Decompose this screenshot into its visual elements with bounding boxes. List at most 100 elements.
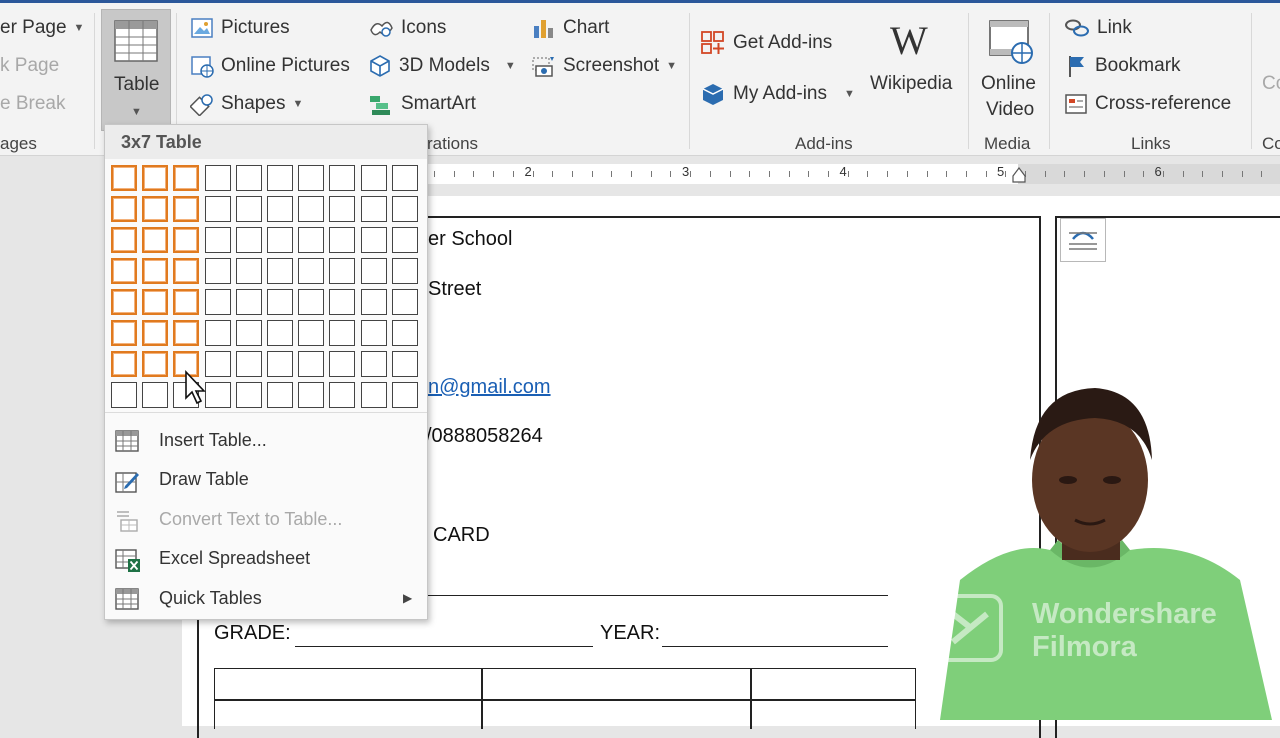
cover-page-button[interactable]: er Page ▼ [0, 17, 84, 39]
table-grid-cell[interactable] [173, 258, 200, 284]
table-grid-cell[interactable] [360, 165, 387, 191]
table-grid-cell[interactable] [298, 196, 325, 222]
bookmark-button[interactable]: Bookmark [1064, 54, 1181, 78]
table-grid-cell[interactable] [204, 227, 231, 253]
menu-item-insert-table[interactable]: Insert Table... [105, 422, 427, 458]
table-grid-cell[interactable] [267, 320, 293, 346]
menu-item-quick-tables[interactable]: Quick Tables ▶ [105, 580, 427, 616]
table-grid-cell[interactable] [360, 320, 387, 346]
table-grid-cell[interactable] [267, 196, 293, 222]
table-grid-cell[interactable] [267, 227, 293, 253]
chart-button[interactable]: Chart [532, 16, 609, 40]
table-grid-cell[interactable] [204, 258, 231, 284]
table-grid-cell[interactable] [111, 382, 137, 408]
table-grid-cell[interactable] [298, 227, 325, 253]
table-grid-cell[interactable] [111, 196, 137, 222]
table-grid-cell[interactable] [329, 320, 356, 346]
table-grid-cell[interactable] [173, 289, 200, 315]
table-grid-cell[interactable] [267, 351, 293, 377]
right-indent-marker-icon[interactable] [1011, 166, 1027, 184]
table-grid-cell[interactable] [173, 227, 200, 253]
table-grid-cell[interactable] [329, 258, 356, 284]
blank-page-button[interactable]: k Page [0, 55, 59, 77]
comment-button[interactable]: Co [1262, 73, 1280, 95]
table-grid-cell[interactable] [360, 227, 387, 253]
table-grid-cell[interactable] [173, 320, 200, 346]
table-button[interactable]: Table ▼ [101, 9, 171, 131]
table-grid-cell[interactable] [360, 289, 387, 315]
cross-reference-button[interactable]: Cross-reference [1064, 92, 1231, 116]
table-grid-cell[interactable] [111, 351, 137, 377]
table-grid-cell[interactable] [204, 320, 231, 346]
table-grid-cell[interactable] [329, 289, 356, 315]
table-grid-cell[interactable] [204, 289, 231, 315]
chevron-down-icon[interactable]: ▼ [505, 60, 516, 72]
screenshot-button[interactable]: Screenshot ▼ [532, 54, 677, 78]
table-grid-cell[interactable] [329, 227, 356, 253]
table-grid-cell[interactable] [142, 351, 169, 377]
table-grid-cell[interactable] [391, 289, 418, 315]
online-pictures-button[interactable]: Online Pictures [190, 54, 350, 78]
table-grid-cell[interactable] [298, 320, 325, 346]
table-grid-cell[interactable] [329, 351, 356, 377]
table-grid-cell[interactable] [267, 289, 293, 315]
table-grid-cell[interactable] [235, 351, 262, 377]
shapes-button[interactable]: Shapes ▼ [190, 92, 303, 116]
table-grid-cell[interactable] [267, 382, 293, 408]
table-grid-cell[interactable] [142, 196, 169, 222]
table-grid-cell[interactable] [235, 227, 262, 253]
table-grid-cell[interactable] [391, 382, 418, 408]
icons-button[interactable]: Icons [368, 16, 446, 40]
email-link[interactable]: n@gmail.com [428, 376, 551, 399]
table-grid-cell[interactable] [267, 165, 293, 191]
table-grid-cell[interactable] [173, 196, 200, 222]
table-grid-cell[interactable] [360, 382, 387, 408]
table-grid-cell[interactable] [142, 227, 169, 253]
table-grid-cell[interactable] [391, 320, 418, 346]
table-grid-cell[interactable] [235, 320, 262, 346]
table-grid-cell[interactable] [267, 258, 293, 284]
my-addins-button[interactable]: My Add-ins ▼ [700, 81, 855, 107]
table-grid-cell[interactable] [298, 382, 325, 408]
page-break-button[interactable]: e Break [0, 93, 65, 115]
table-grid-cell[interactable] [204, 351, 231, 377]
table-grid-cell[interactable] [235, 165, 262, 191]
table-grid-cell[interactable] [142, 382, 169, 408]
table-grid-cell[interactable] [142, 165, 169, 191]
table-grid-cell[interactable] [391, 227, 418, 253]
table-grid-cell[interactable] [391, 165, 418, 191]
table-grid-cell[interactable] [329, 196, 356, 222]
get-addins-button[interactable]: Get Add-ins [700, 30, 832, 56]
table-grid-cell[interactable] [111, 165, 137, 191]
horizontal-ruler[interactable] [428, 164, 1280, 184]
online-video-button[interactable] [986, 17, 1036, 72]
table-grid-cell[interactable] [111, 227, 137, 253]
table-grid-cell[interactable] [298, 258, 325, 284]
3d-models-button[interactable]: 3D Models ▼ [368, 54, 516, 78]
table-grid-cell[interactable] [142, 289, 169, 315]
table-grid-cell[interactable] [235, 196, 262, 222]
table-grid-cell[interactable] [298, 289, 325, 315]
menu-item-draw-table[interactable]: Draw Table [105, 462, 427, 498]
table-grid-cell[interactable] [111, 258, 137, 284]
table-grid-cell[interactable] [235, 382, 262, 408]
table-grid-cell[interactable] [142, 320, 169, 346]
table-grid-cell[interactable] [204, 196, 231, 222]
table-grid-cell[interactable] [391, 351, 418, 377]
table-grid-cell[interactable] [173, 165, 200, 191]
menu-item-convert-text-to-table[interactable]: Convert Text to Table... [105, 501, 427, 537]
table-grid-cell[interactable] [204, 382, 231, 408]
chevron-down-icon[interactable]: ▼ [844, 88, 855, 100]
table-grid-cell[interactable] [298, 165, 325, 191]
smartart-button[interactable]: SmartArt [368, 92, 476, 116]
table-grid-cell[interactable] [391, 196, 418, 222]
pictures-button[interactable]: Pictures [190, 16, 290, 40]
link-button[interactable]: Link [1064, 16, 1132, 40]
table-grid-cell[interactable] [235, 258, 262, 284]
table-grid-cell[interactable] [391, 258, 418, 284]
table-grid-cell[interactable] [360, 258, 387, 284]
wikipedia-button[interactable]: Wikipedia [870, 73, 952, 95]
table-grid-cell[interactable] [360, 196, 387, 222]
table-grid-cell[interactable] [204, 165, 231, 191]
layout-options-icon[interactable] [1060, 218, 1106, 262]
